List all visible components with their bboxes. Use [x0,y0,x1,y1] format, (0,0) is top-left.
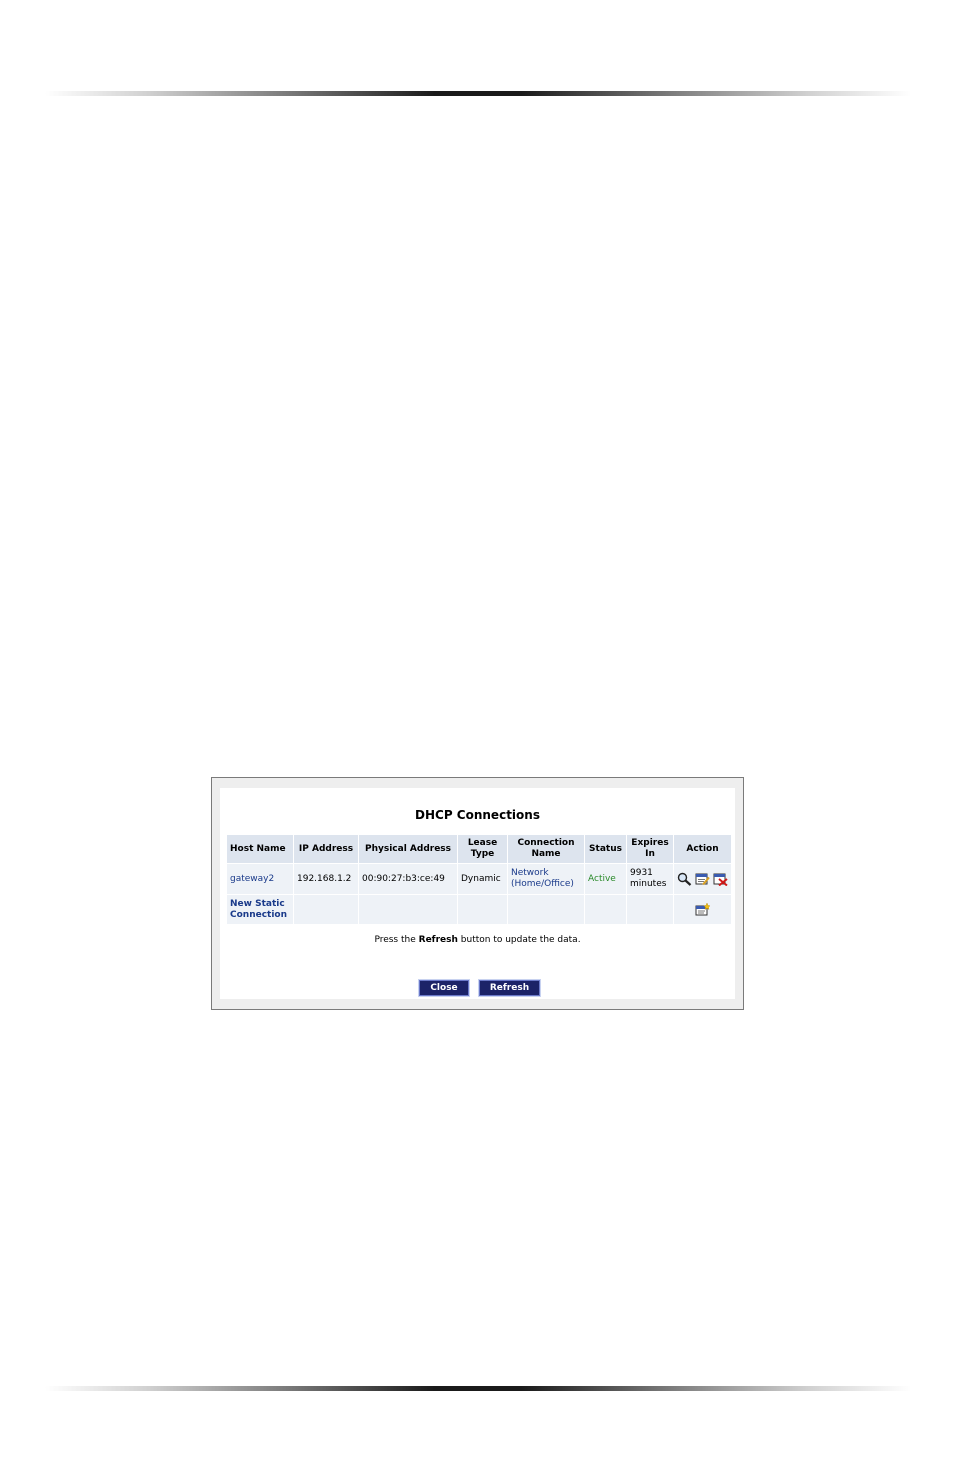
col-action: Action [674,835,731,863]
empty-cell [585,895,626,924]
action-cell [674,895,731,924]
details-icon[interactable] [677,872,692,886]
dialog-title: DHCP Connections [415,808,540,822]
col-connection-name: Connection Name [508,835,584,863]
lease-type-cell: Dynamic [458,864,507,894]
top-divider [45,91,911,96]
add-entry-icon[interactable] [695,903,710,916]
dhcp-table: Host Name IP Address Physical Address Le… [226,834,732,925]
col-expires-in: Expires In [627,835,673,863]
table-header-row: Host Name IP Address Physical Address Le… [227,835,731,863]
physical-address-cell: 00:90:27:b3:ce:49 [359,864,457,894]
new-static-connection-link[interactable]: New Static Connection [227,895,293,924]
action-cell [674,864,731,894]
col-host-name: Host Name [227,835,293,863]
col-ip-address: IP Address [294,835,358,863]
empty-cell [508,895,584,924]
bottom-divider [45,1386,911,1391]
expires-in-cell: 9931 minutes [627,864,673,894]
refresh-hint: Press the Refresh button to update the d… [374,935,581,945]
connection-name-link[interactable]: Network (Home/Office) [508,864,584,894]
empty-cell [359,895,457,924]
status-cell: Active [585,864,626,894]
new-static-row: New Static Connection [227,895,731,924]
col-status: Status [585,835,626,863]
dhcp-connections-window: DHCP Connections Host Name IP Address Ph… [211,777,744,1010]
refresh-button[interactable]: Refresh [479,980,540,996]
empty-cell [627,895,673,924]
delete-icon[interactable] [713,872,728,886]
ip-address-cell: 192.168.1.2 [294,864,358,894]
empty-cell [294,895,358,924]
empty-cell [458,895,507,924]
col-lease-type: Lease Type [458,835,507,863]
dhcp-panel: DHCP Connections Host Name IP Address Ph… [220,788,735,999]
close-button[interactable]: Close [419,980,469,996]
table-row: gateway2 192.168.1.2 00:90:27:b3:ce:49 D… [227,864,731,894]
edit-icon[interactable] [695,872,710,886]
host-name-link[interactable]: gateway2 [227,864,293,894]
col-physical-address: Physical Address [359,835,457,863]
